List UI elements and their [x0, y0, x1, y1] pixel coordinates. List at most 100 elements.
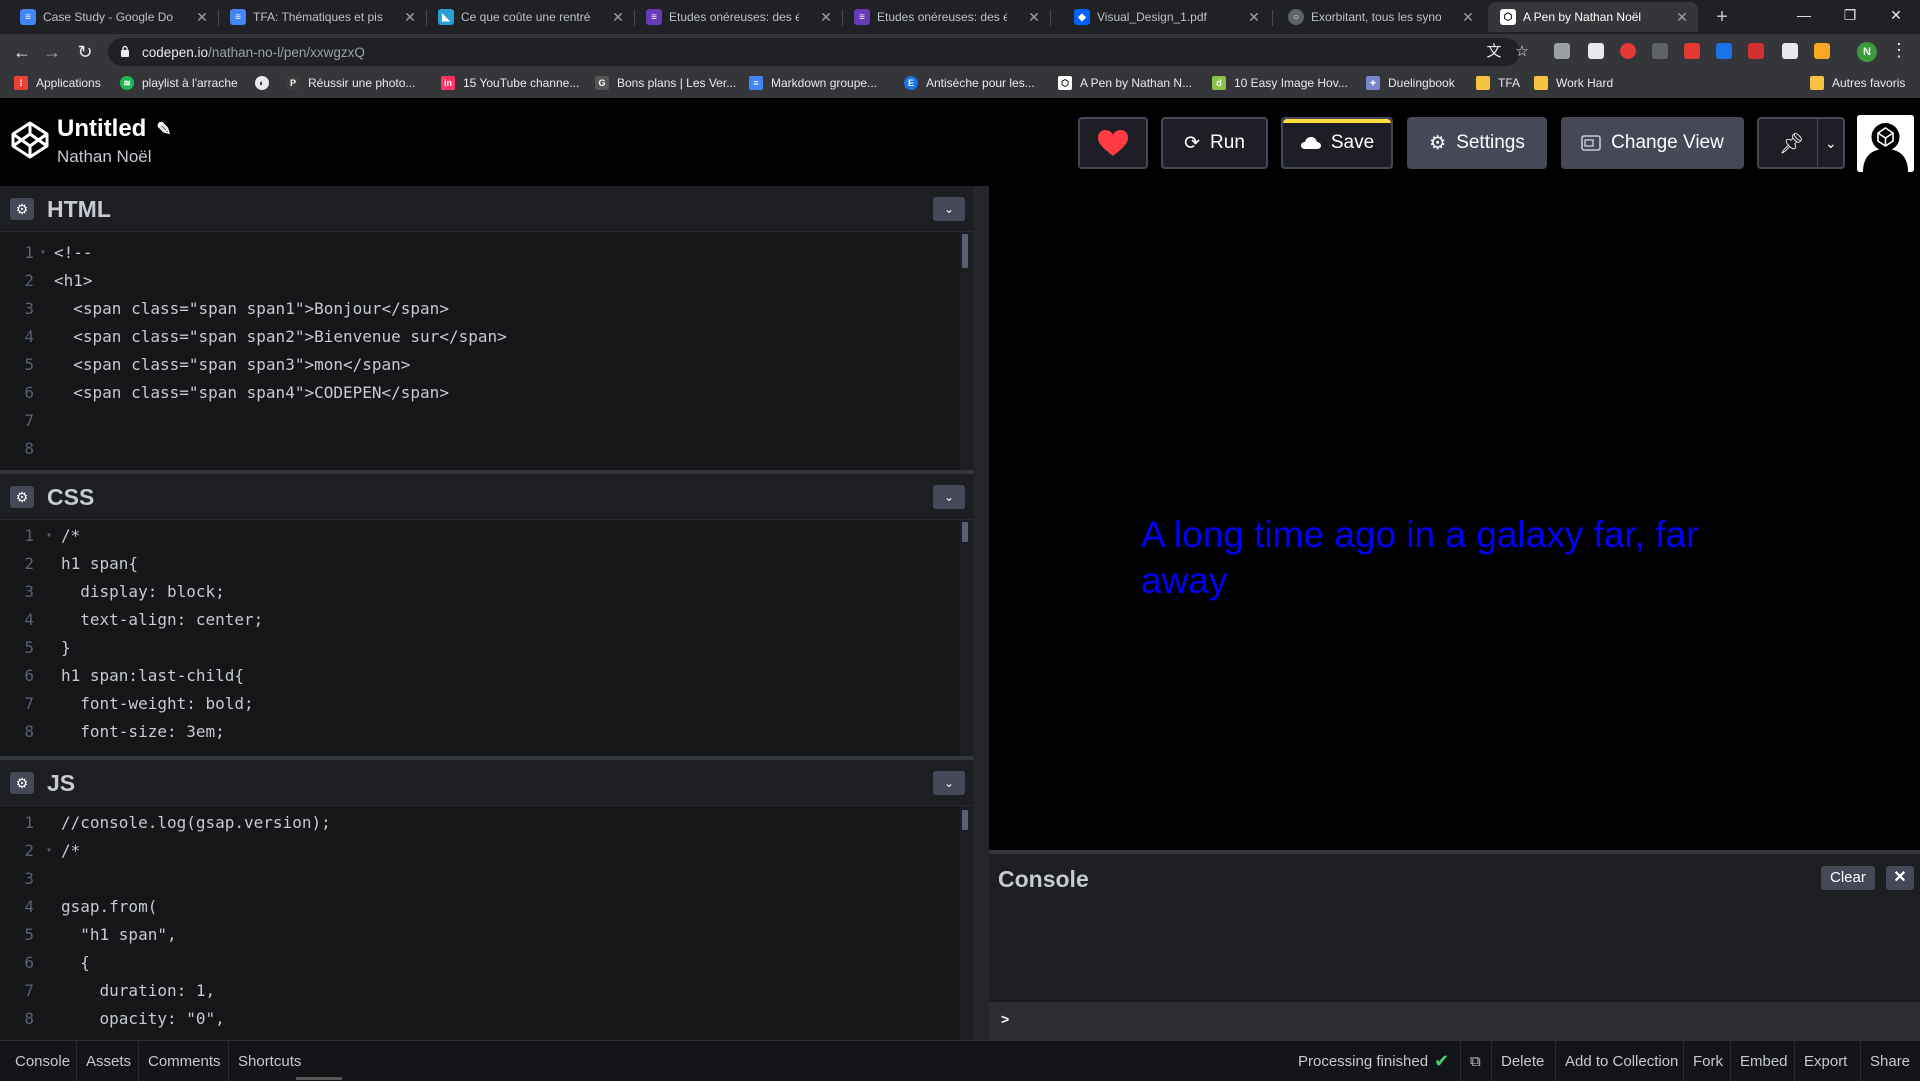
bookmark-item[interactable]: TFA	[1476, 76, 1520, 90]
bookmark-item[interactable]: ≡ Markdown groupe...	[749, 76, 877, 90]
extension-icon[interactable]	[1782, 43, 1798, 59]
tab-close-icon[interactable]: ✕	[402, 9, 418, 26]
tab-close-icon[interactable]: ✕	[610, 9, 626, 26]
editor-settings-gear-icon[interactable]: ⚙	[10, 772, 34, 794]
bookmark-item[interactable]: G Bons plans | Les Ver...	[595, 76, 736, 90]
browser-tab[interactable]: ◣ Ce que coûte une rentrée sc ✕	[426, 2, 634, 32]
browser-tab[interactable]: ≡ Etudes onéreuses: des étud ✕	[634, 2, 842, 32]
bookmark-item[interactable]: Autres favoris	[1810, 76, 1905, 90]
settings-button[interactable]: ⚙ Settings	[1407, 117, 1547, 169]
fold-arrow-icon[interactable]: ▾	[46, 837, 52, 865]
code-line: 3 display: block;	[24, 582, 225, 601]
pen-title[interactable]: Untitled ✎	[57, 115, 171, 143]
status-text: Processing finished	[1298, 1052, 1429, 1070]
bookmark-item[interactable]: in 15 YouTube channe...	[441, 76, 579, 90]
pen-author[interactable]: Nathan Noël	[57, 147, 152, 167]
footer-export-button[interactable]: Export	[1794, 1041, 1856, 1081]
extension-icon[interactable]	[1620, 43, 1636, 59]
translate-icon[interactable]: 文	[1484, 42, 1504, 62]
footer-console-button[interactable]: Console	[6, 1041, 79, 1081]
code-line: 1//console.log(gsap.version);	[24, 813, 331, 832]
layout-resize-handle[interactable]	[973, 186, 989, 1040]
user-avatar[interactable]	[1857, 115, 1914, 172]
bookmark-item[interactable]: d 10 Easy Image Hov...	[1212, 76, 1348, 90]
extension-icon[interactable]	[1684, 43, 1700, 59]
pin-menu-button[interactable]: 📌︎ ⌄	[1757, 117, 1845, 169]
bookmark-item[interactable]: ≋ playlist à l'arrache	[120, 76, 238, 90]
tab-close-icon[interactable]: ✕	[1674, 9, 1690, 26]
minimize-window-icon[interactable]: —	[1781, 0, 1827, 30]
editor-settings-gear-icon[interactable]: ⚙	[10, 198, 34, 220]
bookmark-item[interactable]: ◐	[255, 76, 277, 90]
bookmark-item[interactable]: P Réussir une photo...	[286, 76, 415, 90]
tab-close-icon[interactable]: ✕	[1460, 9, 1476, 26]
html-code-area[interactable]: 1 ▾ <!-- 2 <h1> 3 <span class="span span1">…	[0, 232, 960, 470]
love-button[interactable]	[1078, 117, 1148, 169]
change-view-button[interactable]: Change View	[1561, 117, 1744, 169]
browser-tab[interactable]: ≡ Etudes onéreuses: des étud ✕	[842, 2, 1050, 32]
edit-pencil-icon[interactable]: ✎	[156, 119, 171, 140]
footer-shortcuts-button[interactable]: Shortcuts	[228, 1041, 310, 1081]
codepen-logo-icon[interactable]	[10, 120, 50, 160]
browser-menu-icon[interactable]: ⋮	[1890, 40, 1908, 61]
bookmark-item[interactable]: ⁞ Applications	[14, 76, 101, 90]
footer-delete-button[interactable]: Delete	[1491, 1041, 1553, 1081]
chevron-down-icon[interactable]: ⌄	[933, 771, 965, 795]
forward-arrow-icon[interactable]: →	[40, 40, 64, 64]
editor-scrollbar[interactable]	[962, 810, 968, 830]
footer-fork-button[interactable]: Fork	[1683, 1041, 1732, 1081]
close-icon[interactable]: ✕	[1886, 866, 1914, 890]
fold-arrow-icon[interactable]: ▾	[46, 522, 52, 550]
run-button[interactable]: ⟳ Run	[1161, 117, 1268, 169]
console-clear-button[interactable]: Clear	[1821, 866, 1875, 890]
bookmark-item[interactable]: ⬡ A Pen by Nathan N...	[1058, 76, 1192, 90]
tab-close-icon[interactable]: ✕	[194, 9, 210, 26]
browser-tab[interactable]: ≡ Case Study - Google Docs ✕	[8, 2, 218, 32]
profile-avatar[interactable]: N	[1857, 42, 1877, 62]
reload-icon[interactable]: ↻	[73, 40, 97, 64]
chevron-down-icon[interactable]: ⌄	[933, 197, 965, 221]
browser-tab-active[interactable]: ⬡ A Pen by Nathan Noël ✕	[1488, 2, 1698, 32]
tab-close-icon[interactable]: ✕	[1246, 9, 1262, 26]
bookmark-star-icon[interactable]: ☆	[1512, 42, 1532, 62]
address-bar[interactable]: codepen.io/nathan-no-l/pen/xxwgzxQ 文 ☆	[108, 38, 1529, 66]
bookmark-item[interactable]: E Antisèche pour les...	[904, 76, 1035, 90]
js-code-area[interactable]: 1//console.log(gsap.version); 2 ▾/* 3 4 gs…	[0, 806, 960, 1040]
extension-icon[interactable]	[1554, 43, 1570, 59]
extension-icon[interactable]	[1716, 43, 1732, 59]
footer-comments-button[interactable]: Comments	[138, 1041, 230, 1081]
chevron-down-icon[interactable]: ⌄	[1825, 135, 1837, 152]
bookmark-item[interactable]: ✦ Duelingbook	[1366, 76, 1455, 90]
css-code-area[interactable]: 1 ▾/* 2 h1 span{ 3 display: block; 4 text-…	[0, 520, 960, 756]
console-input[interactable]: >	[989, 1002, 1920, 1040]
extension-icon[interactable]	[1652, 43, 1668, 59]
result-preview[interactable]: A long time ago in a galaxy far, far awa…	[989, 186, 1920, 850]
editor-scrollbar[interactable]	[962, 522, 968, 542]
footer-add-to-collection-button[interactable]: Add to Collection	[1555, 1041, 1687, 1081]
extension-icon[interactable]	[1588, 43, 1604, 59]
browser-tab[interactable]: ≡ TFA: Thématiques et pistes ✕	[218, 2, 426, 32]
extension-icon[interactable]	[1814, 43, 1830, 59]
fold-arrow-icon[interactable]: ▾	[40, 239, 46, 267]
close-window-icon[interactable]: ✕	[1873, 0, 1919, 30]
browser-tab[interactable]: ○ Exorbitant, tous les synonym ✕	[1276, 2, 1484, 32]
bookmark-label: A Pen by Nathan N...	[1080, 76, 1193, 90]
footer-assets-button[interactable]: Assets	[76, 1041, 140, 1081]
editor-scrollbar[interactable]	[962, 234, 968, 268]
save-button[interactable]: Save	[1281, 117, 1393, 169]
restore-window-icon[interactable]: ❐	[1827, 0, 1873, 30]
bookmark-item[interactable]: Work Hard	[1534, 76, 1613, 90]
editor-settings-gear-icon[interactable]: ⚙	[10, 486, 34, 508]
tab-close-icon[interactable]: ✕	[818, 9, 834, 26]
extension-icon[interactable]	[1748, 43, 1764, 59]
bookmark-label: Work Hard	[1556, 76, 1614, 90]
external-link-icon[interactable]: ⧉	[1460, 1041, 1490, 1081]
chevron-down-icon[interactable]: ⌄	[933, 485, 965, 509]
new-tab-button[interactable]: +	[1710, 5, 1734, 29]
cloud-icon	[1300, 137, 1321, 149]
browser-tab[interactable]: ◆ Visual_Design_1.pdf ✕	[1062, 2, 1270, 32]
footer-share-button[interactable]: Share	[1860, 1041, 1919, 1081]
back-arrow-icon[interactable]: ←	[10, 40, 34, 64]
footer-embed-button[interactable]: Embed	[1730, 1041, 1797, 1081]
tab-close-icon[interactable]: ✕	[1026, 9, 1042, 26]
